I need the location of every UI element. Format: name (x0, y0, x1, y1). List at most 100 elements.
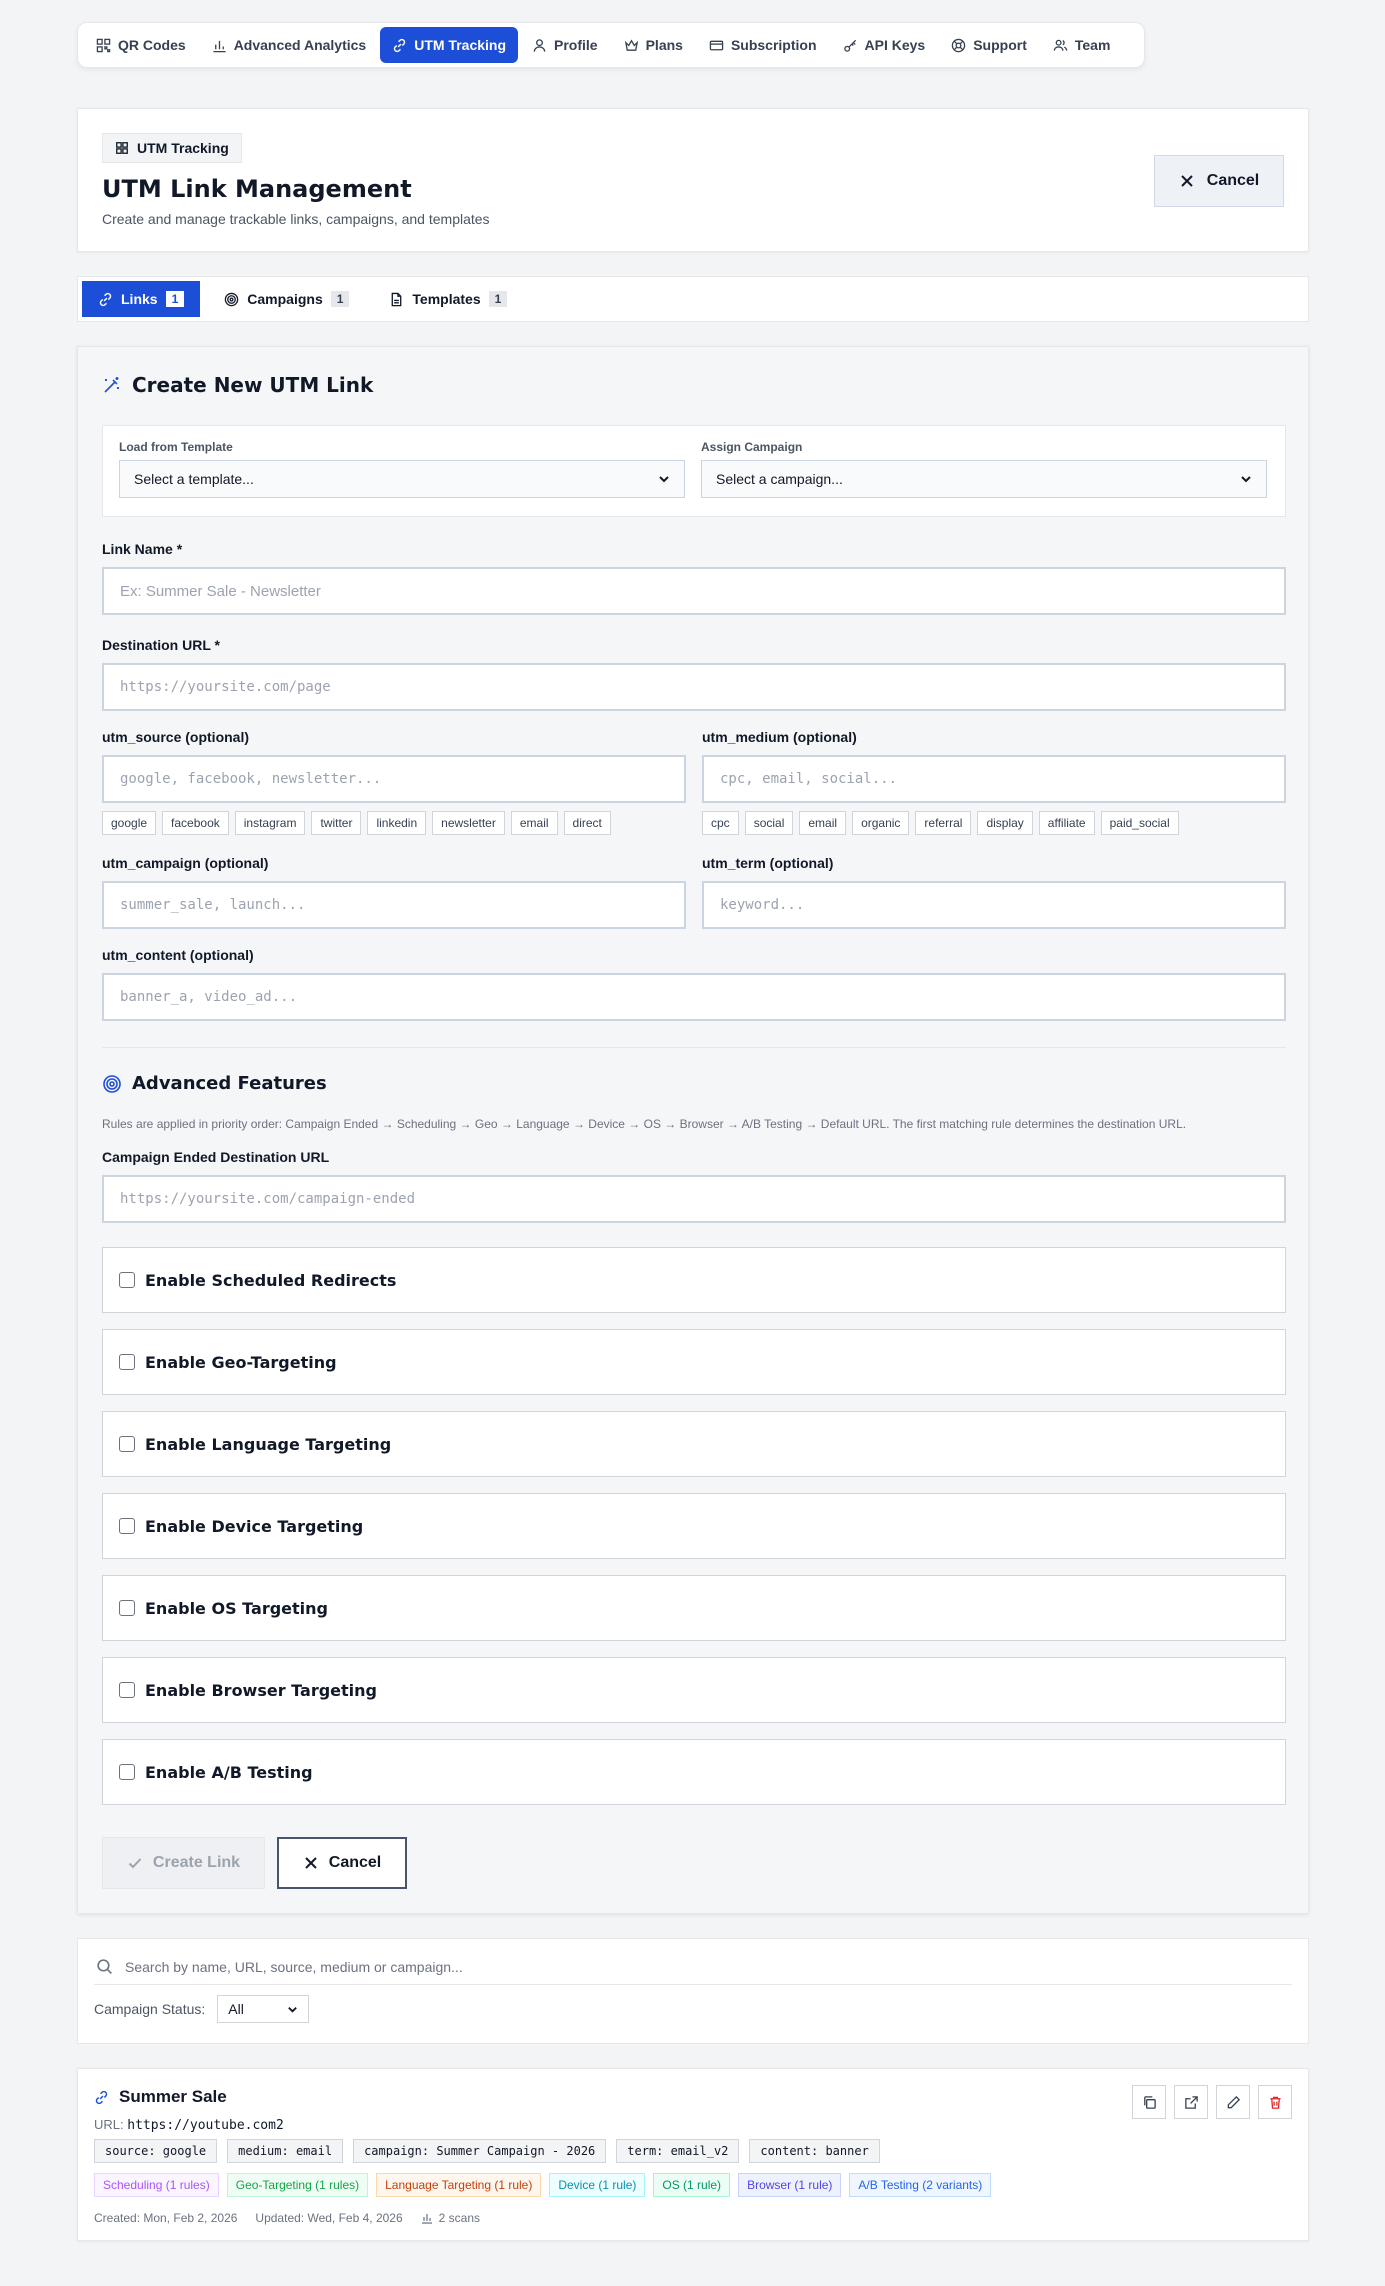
utm-term-label: utm_term (optional) (702, 855, 834, 871)
destination-url-input[interactable]: https://yoursite.com/page (102, 663, 1286, 711)
checkbox[interactable] (119, 1354, 135, 1370)
checkbox[interactable] (119, 1764, 135, 1780)
link-title: Summer Sale (94, 2087, 227, 2107)
tab-label: Campaigns (247, 291, 323, 307)
medium-chip[interactable]: cpc (702, 811, 739, 835)
link-name-input[interactable]: Ex: Summer Sale - Newsletter (102, 567, 1286, 615)
grid-icon (116, 142, 128, 154)
create-link-button[interactable]: Create Link (102, 1837, 265, 1889)
toggle-scheduled-redirects[interactable]: Enable Scheduled Redirects (102, 1247, 1286, 1313)
toggle-geo-targeting[interactable]: Enable Geo-Targeting (102, 1329, 1286, 1395)
nav-utm-tracking[interactable]: UTM Tracking (380, 27, 519, 63)
toggle-os-targeting[interactable]: Enable OS Targeting (102, 1575, 1286, 1641)
tab-campaigns[interactable]: Campaigns 1 (208, 281, 365, 317)
tab-count: 1 (165, 291, 185, 307)
status-select-value: All (228, 2001, 244, 2017)
source-chip[interactable]: linkedin (367, 811, 427, 835)
medium-suggestions: cpc social email organic referral displa… (702, 811, 1179, 835)
copy-button[interactable] (1132, 2085, 1166, 2119)
campaign-select-value: Select a campaign... (716, 471, 843, 487)
campaign-ended-placeholder: https://yoursite.com/campaign-ended (120, 1191, 416, 1207)
utm-medium-input[interactable]: cpc, email, social... (702, 755, 1286, 803)
nav-qr-codes[interactable]: QR Codes (84, 27, 198, 63)
checkbox[interactable] (119, 1518, 135, 1534)
toggle-ab-testing[interactable]: Enable A/B Testing (102, 1739, 1286, 1805)
utm-term-input[interactable]: keyword... (702, 881, 1286, 929)
rule-badge: Browser (1 rule) (738, 2173, 842, 2197)
pencil-icon (1227, 2095, 1240, 2108)
utm-source-input[interactable]: google, facebook, newsletter... (102, 755, 686, 803)
status-select[interactable]: All (217, 1995, 310, 2023)
chevron-down-icon (659, 476, 669, 483)
utm-campaign-input[interactable]: summer_sale, launch... (102, 881, 686, 929)
target-icon (103, 1074, 121, 1093)
header-cancel-button[interactable]: Cancel (1154, 155, 1284, 207)
nav-label: Advanced Analytics (233, 37, 367, 53)
nav-api-keys[interactable]: API Keys (831, 27, 938, 63)
nav-team[interactable]: Team (1041, 27, 1123, 63)
nav-advanced-analytics[interactable]: Advanced Analytics (200, 27, 379, 63)
tab-templates[interactable]: Templates 1 (373, 281, 523, 317)
search-icon (97, 1959, 112, 1974)
link-name-placeholder: Ex: Summer Sale - Newsletter (120, 582, 321, 600)
search-input[interactable]: Search by name, URL, source, medium or c… (94, 1949, 1292, 1985)
medium-chip[interactable]: social (744, 811, 794, 835)
nav-plans[interactable]: Plans (612, 27, 695, 63)
page-header: UTM Tracking UTM Link Management Create … (77, 108, 1309, 252)
nav-label: Team (1074, 37, 1111, 53)
link-url[interactable]: https://youtube.com2 (127, 2118, 284, 2133)
utm-content-input[interactable]: banner_a, video_ad... (102, 973, 1286, 1021)
close-icon (305, 1857, 317, 1869)
medium-chip[interactable]: organic (852, 811, 910, 835)
source-chip[interactable]: newsletter (432, 811, 505, 835)
file-icon (392, 292, 402, 306)
tab-links[interactable]: Links 1 (82, 281, 201, 317)
utm-campaign-label: utm_campaign (optional) (102, 855, 269, 871)
source-chip[interactable]: twitter (311, 811, 362, 835)
template-select[interactable]: Select a template... (119, 460, 685, 498)
destination-url-label: Destination URL * (102, 637, 220, 653)
link-actions (1132, 2085, 1292, 2119)
source-chip[interactable]: email (510, 811, 558, 835)
url-prefix: URL: (94, 2117, 124, 2132)
form-cancel-button[interactable]: Cancel (277, 1837, 407, 1889)
open-link-button[interactable] (1174, 2085, 1208, 2119)
target-icon (225, 292, 239, 306)
form-title-text: Create New UTM Link (132, 373, 374, 397)
medium-chip[interactable]: referral (915, 811, 972, 835)
source-chip[interactable]: google (102, 811, 157, 835)
nav-label: Plans (645, 37, 683, 53)
nav-profile[interactable]: Profile (520, 27, 610, 63)
source-chip[interactable]: instagram (234, 811, 306, 835)
delete-button[interactable] (1258, 2085, 1292, 2119)
toggle-language-targeting[interactable]: Enable Language Targeting (102, 1411, 1286, 1477)
campaign-ended-label: Campaign Ended Destination URL (102, 1149, 330, 1165)
checkbox[interactable] (119, 1600, 135, 1616)
medium-chip[interactable]: email (799, 811, 847, 835)
create-label: Create Link (152, 1854, 241, 1871)
nav-support[interactable]: Support (939, 27, 1039, 63)
campaign-ended-input[interactable]: https://yoursite.com/campaign-ended (102, 1175, 1286, 1223)
source-chip[interactable]: direct (563, 811, 611, 835)
checkbox[interactable] (119, 1682, 135, 1698)
tab-label: Links (121, 291, 158, 307)
destination-url-placeholder: https://yoursite.com/page (120, 679, 331, 695)
toggle-label: Enable A/B Testing (145, 1762, 313, 1782)
medium-chip[interactable]: paid_social (1100, 811, 1179, 835)
checkbox[interactable] (119, 1436, 135, 1452)
utm-campaign-placeholder: summer_sale, launch... (120, 897, 306, 913)
nav-subscription[interactable]: Subscription (697, 27, 829, 63)
campaign-select[interactable]: Select a campaign... (701, 460, 1267, 498)
checkbox[interactable] (119, 1272, 135, 1288)
source-chip[interactable]: facebook (162, 811, 229, 835)
close-icon (1181, 175, 1193, 187)
toggle-device-targeting[interactable]: Enable Device Targeting (102, 1493, 1286, 1559)
medium-chip[interactable]: affiliate (1038, 811, 1095, 835)
toggle-label: Enable Geo-Targeting (145, 1352, 337, 1372)
medium-chip[interactable]: display (977, 811, 1033, 835)
toggle-browser-targeting[interactable]: Enable Browser Targeting (102, 1657, 1286, 1723)
edit-button[interactable] (1216, 2085, 1250, 2119)
link-icon (99, 292, 112, 306)
chevron-down-icon (288, 2006, 298, 2013)
advanced-title: Advanced Features (102, 1073, 327, 1094)
